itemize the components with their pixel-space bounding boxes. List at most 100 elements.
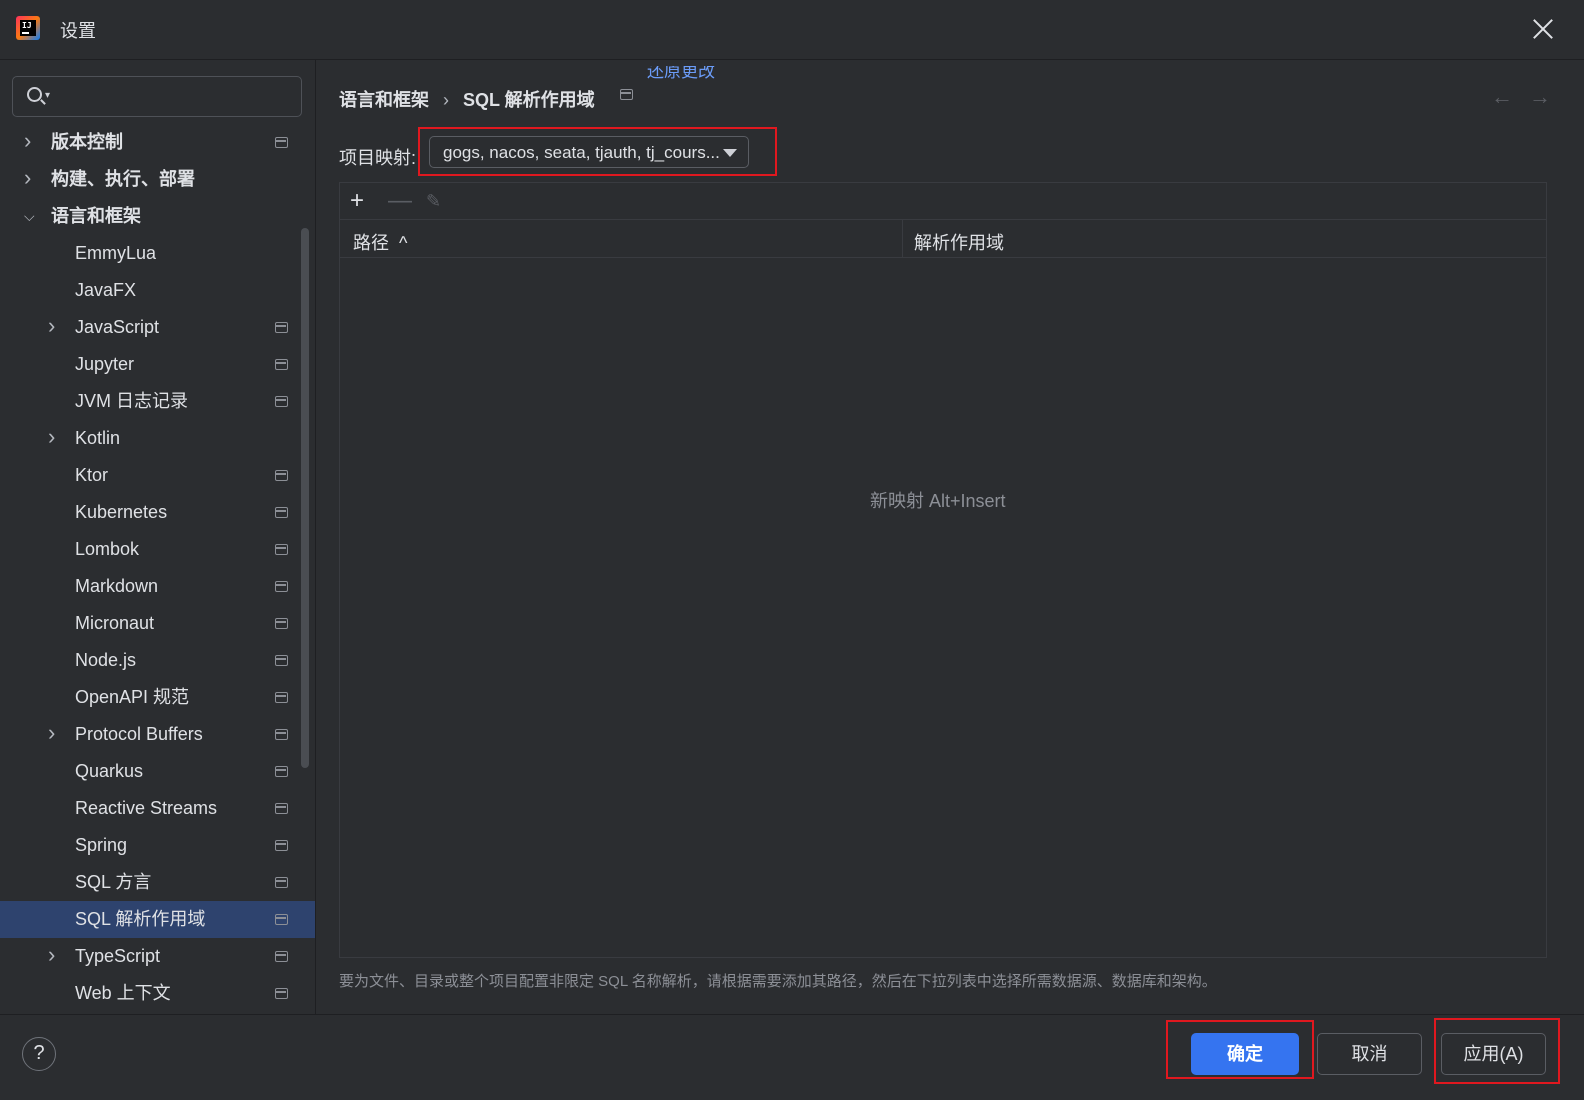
cancel-button[interactable]: 取消 bbox=[1317, 1033, 1422, 1075]
project-scope-icon bbox=[275, 877, 288, 888]
project-scope-icon bbox=[275, 729, 288, 740]
breadcrumb-separator: › bbox=[443, 90, 449, 110]
sidebar-item-label: SQL 方言 bbox=[75, 872, 152, 892]
sidebar-item[interactable]: OpenAPI 规范 bbox=[0, 679, 315, 716]
chevron-right-icon[interactable]: › bbox=[48, 307, 55, 344]
chevron-right-icon[interactable]: › bbox=[48, 936, 55, 973]
sidebar-item[interactable]: JavaFX bbox=[0, 272, 315, 309]
sidebar-item[interactable]: Quarkus bbox=[0, 753, 315, 790]
chevron-right-icon[interactable]: › bbox=[24, 159, 31, 196]
sidebar-item[interactable]: Node.js bbox=[0, 642, 315, 679]
sidebar-item-label: Reactive Streams bbox=[75, 798, 218, 818]
sidebar-item-label: Jupyter bbox=[75, 354, 135, 374]
breadcrumb: 语言和框架 › SQL 解析作用域 bbox=[339, 86, 595, 112]
mapping-table: + — ✎ 路径 ^ 解析作用域 新映射 Alt+Insert bbox=[339, 182, 1547, 958]
chevron-down-icon[interactable]: ⌵ bbox=[24, 198, 35, 235]
dialog-footer: ? 确定 取消 应用(A) bbox=[0, 1014, 1584, 1100]
add-icon[interactable]: + bbox=[350, 189, 364, 213]
sidebar-item-label: 构建、执行、部署 bbox=[51, 169, 195, 189]
search-input[interactable] bbox=[61, 85, 291, 109]
sidebar-item-label: 版本控制 bbox=[51, 132, 123, 152]
table-header: 路径 ^ 解析作用域 bbox=[340, 220, 1546, 258]
column-header-path[interactable]: 路径 ^ bbox=[353, 229, 407, 255]
sidebar-item-label: Micronaut bbox=[75, 613, 155, 633]
close-icon[interactable] bbox=[1530, 16, 1556, 42]
apply-button[interactable]: 应用(A) bbox=[1441, 1033, 1546, 1075]
sidebar-item-label: TypeScript bbox=[75, 946, 161, 966]
sidebar-item[interactable]: SQL 方言 bbox=[0, 864, 315, 901]
sidebar-item[interactable]: › JavaScript bbox=[0, 307, 315, 346]
sidebar-item[interactable]: › 构建、执行、部署 bbox=[0, 159, 315, 198]
project-scope-icon bbox=[275, 951, 288, 962]
project-scope-icon bbox=[275, 840, 288, 851]
sidebar-item-label: EmmyLua bbox=[75, 243, 157, 263]
help-description: 要为文件、目录或整个项目配置非限定 SQL 名称解析，请根据需要添加其路径，然后… bbox=[339, 973, 1217, 990]
reset-changes-link[interactable]: 还原更改 bbox=[647, 66, 715, 84]
sidebar-item[interactable]: › Protocol Buffers bbox=[0, 714, 315, 753]
sidebar-item[interactable]: Micronaut bbox=[0, 605, 315, 642]
project-scope-icon bbox=[275, 655, 288, 666]
sidebar-item[interactable]: › Kotlin bbox=[0, 418, 315, 457]
sidebar-item[interactable]: JVM 日志记录 bbox=[0, 383, 315, 420]
dropdown-arrow-icon bbox=[723, 149, 737, 157]
sidebar-item-label: Kubernetes bbox=[75, 502, 168, 522]
sidebar-item[interactable]: Web 上下文 bbox=[0, 975, 315, 1012]
settings-sidebar: ▾ › 版本控制 › 构建、执行、部署 ⌵ 语言和框架 EmmyLua JavaFX › Java… bbox=[0, 60, 316, 1014]
sidebar-item[interactable]: SQL 解析作用域 bbox=[0, 901, 315, 938]
chevron-right-icon[interactable]: › bbox=[24, 122, 31, 159]
sidebar-item-label: Node.js bbox=[75, 650, 137, 670]
table-toolbar: + — ✎ bbox=[340, 183, 1546, 220]
app-logo-icon: IJ bbox=[16, 16, 40, 40]
sidebar-item[interactable]: EmmyLua bbox=[0, 235, 315, 272]
sidebar-item-label: Lombok bbox=[75, 539, 140, 559]
sidebar-item-label: Quarkus bbox=[75, 761, 144, 781]
project-scope-icon bbox=[275, 914, 288, 925]
column-divider[interactable] bbox=[902, 220, 903, 258]
empty-table-hint: 新映射 Alt+Insert bbox=[870, 491, 1006, 511]
sidebar-item[interactable]: Lombok bbox=[0, 531, 315, 568]
settings-search[interactable]: ▾ bbox=[12, 76, 302, 117]
chevron-right-icon[interactable]: › bbox=[48, 418, 55, 455]
sidebar-item-label: Kotlin bbox=[75, 428, 121, 448]
search-icon[interactable] bbox=[27, 87, 42, 102]
project-scope-icon bbox=[275, 359, 288, 370]
help-button[interactable]: ? bbox=[22, 1037, 56, 1071]
sidebar-item[interactable]: Kubernetes bbox=[0, 494, 315, 531]
back-arrow-icon[interactable]: ← bbox=[1491, 84, 1513, 110]
search-options-dropdown-icon[interactable]: ▾ bbox=[45, 90, 50, 101]
breadcrumb-parent[interactable]: 语言和框架 bbox=[339, 90, 429, 110]
project-scope-icon bbox=[275, 544, 288, 555]
forward-arrow-icon[interactable]: → bbox=[1529, 84, 1551, 110]
ok-button[interactable]: 确定 bbox=[1191, 1033, 1299, 1075]
edit-icon: ✎ bbox=[426, 191, 442, 211]
sidebar-item[interactable]: ⌵ 语言和框架 bbox=[0, 198, 315, 235]
sidebar-scrollbar[interactable] bbox=[301, 228, 309, 768]
project-mapping-dropdown[interactable]: gogs, nacos, seata, tjauth, tj_cours... bbox=[429, 136, 749, 168]
sidebar-item[interactable]: Jupyter bbox=[0, 346, 315, 383]
sidebar-item[interactable]: Ktor bbox=[0, 457, 315, 494]
project-scope-icon bbox=[275, 322, 288, 333]
project-scope-icon bbox=[275, 507, 288, 518]
sidebar-item[interactable]: Spring bbox=[0, 827, 315, 864]
breadcrumb-current: SQL 解析作用域 bbox=[463, 90, 595, 110]
sidebar-item-label: SQL 解析作用域 bbox=[75, 909, 206, 929]
sidebar-item-label: JavaFX bbox=[75, 280, 137, 300]
sidebar-item[interactable]: Markdown bbox=[0, 568, 315, 605]
chevron-right-icon[interactable]: › bbox=[48, 714, 55, 751]
sidebar-item-label: Spring bbox=[75, 835, 128, 855]
project-scope-icon bbox=[275, 581, 288, 592]
project-scope-icon bbox=[275, 692, 288, 703]
sidebar-item[interactable]: Reactive Streams bbox=[0, 790, 315, 827]
sidebar-item-label: Protocol Buffers bbox=[75, 724, 203, 744]
sort-ascending-icon: ^ bbox=[399, 233, 408, 253]
sidebar-item-label: JVM 日志记录 bbox=[75, 391, 189, 411]
settings-content: 语言和框架 › SQL 解析作用域 还原更改 ← → 项目映射: gogs, nac… bbox=[317, 60, 1584, 1014]
sidebar-item-label: JavaScript bbox=[75, 317, 160, 337]
sidebar-item-label: OpenAPI 规范 bbox=[75, 687, 190, 707]
column-header-scope[interactable]: 解析作用域 bbox=[914, 229, 1004, 255]
project-scope-icon bbox=[275, 137, 288, 148]
sidebar-item[interactable]: › 版本控制 bbox=[0, 122, 315, 161]
sidebar-item[interactable]: › TypeScript bbox=[0, 936, 315, 975]
window-title: 设置 bbox=[60, 21, 96, 41]
project-scope-icon bbox=[620, 89, 633, 100]
